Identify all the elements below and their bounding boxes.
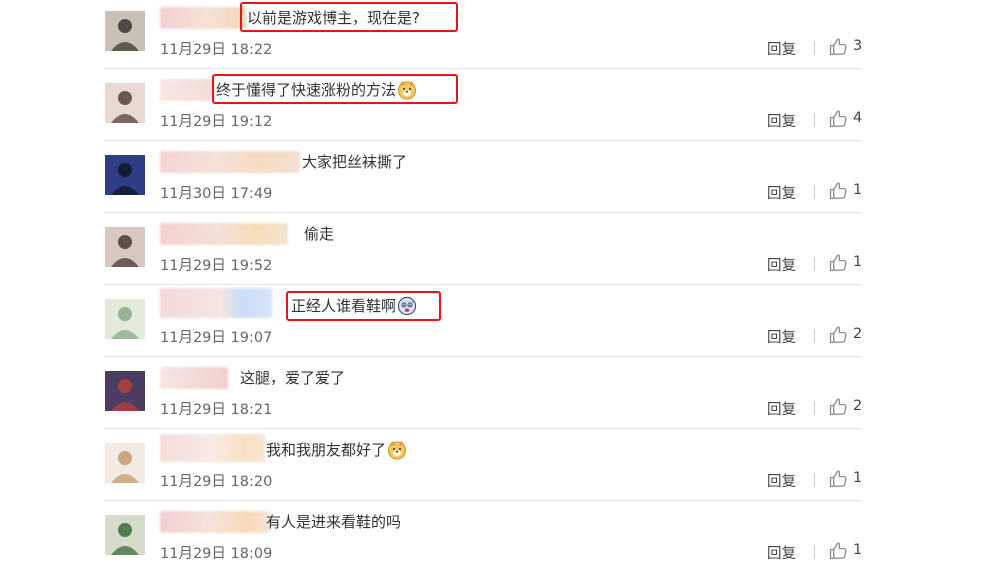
divider	[814, 185, 815, 199]
comment-time: 11月29日 18:20	[160, 474, 273, 490]
divider	[814, 473, 815, 487]
doge-emoji	[397, 80, 417, 100]
comment-text: 这腿，爱了爱了	[240, 368, 345, 388]
doge-emoji	[387, 440, 407, 460]
avatar[interactable]	[105, 443, 145, 483]
like-count: 2	[853, 398, 863, 414]
thumbs-up-icon[interactable]	[828, 325, 848, 345]
thumbs-up-icon[interactable]	[828, 541, 848, 561]
comment-item: 这腿，爱了爱了 11月29日 18:21 回复 2	[0, 360, 1000, 432]
username-blurred[interactable]	[160, 288, 272, 318]
comment-text: 有人是进来看鞋的吗	[266, 512, 401, 532]
username-blurred[interactable]	[160, 79, 215, 101]
reply-button[interactable]: 回复	[767, 542, 796, 563]
thumbs-up-icon[interactable]	[828, 37, 848, 57]
comment-time: 11月29日 18:09	[160, 546, 273, 562]
comment-text-content: 有人是进来看鞋的吗	[266, 513, 402, 531]
avatar[interactable]	[105, 515, 145, 555]
comment-text-content: 终于懂得了快速涨粉的方法	[216, 81, 397, 99]
comment-text: 正经人谁看鞋啊	[291, 296, 417, 316]
divider	[814, 329, 815, 343]
reply-button[interactable]: 回复	[767, 326, 796, 347]
like-count: 1	[853, 182, 863, 198]
comment-time: 11月29日 19:07	[160, 330, 273, 346]
divider	[814, 41, 815, 55]
comment-time: 11月30日 17:49	[160, 186, 273, 202]
avatar[interactable]	[105, 155, 145, 195]
like-count: 4	[853, 110, 863, 126]
username-blurred[interactable]	[160, 511, 270, 533]
comment-text: 终于懂得了快速涨粉的方法	[216, 80, 417, 100]
thumbs-up-icon[interactable]	[828, 469, 848, 489]
like-count: 3	[853, 38, 863, 54]
separator	[104, 284, 862, 285]
thumbs-up-icon[interactable]	[828, 181, 848, 201]
comment-text-content: 我和我朋友都好了	[266, 441, 387, 459]
comment-text: 以前是游戏博主，现在是?	[247, 8, 420, 28]
divider	[814, 113, 815, 127]
comment-text: 我和我朋友都好了	[266, 440, 407, 460]
reply-button[interactable]: 回复	[767, 110, 796, 131]
username-blurred[interactable]	[160, 7, 246, 29]
thumbs-up-icon[interactable]	[828, 253, 848, 273]
like-count: 1	[853, 542, 863, 558]
username-blurred[interactable]	[160, 434, 265, 462]
reply-button[interactable]: 回复	[767, 470, 796, 491]
comment-item: 偷走 11月29日 19:52 回复 1	[0, 216, 1000, 288]
username-blurred[interactable]	[160, 367, 228, 389]
username-blurred[interactable]	[160, 151, 300, 173]
comment-text-content: 正经人谁看鞋啊	[291, 297, 397, 315]
comment-time: 11月29日 18:22	[160, 42, 273, 58]
avatar[interactable]	[105, 299, 145, 339]
comment-text-content: 大家把丝袜撕了	[302, 153, 408, 171]
comment-item: 有人是进来看鞋的吗 11月29日 18:09 回复 1	[0, 504, 1000, 576]
username-blurred[interactable]	[160, 223, 288, 245]
avatar[interactable]	[105, 371, 145, 411]
like-count: 2	[853, 326, 863, 342]
comment-item: 大家把丝袜撕了 11月30日 17:49 回复 1	[0, 144, 1000, 216]
avatar[interactable]	[105, 11, 145, 51]
avatar[interactable]	[105, 83, 145, 123]
separator	[104, 428, 862, 429]
reply-button[interactable]: 回复	[767, 398, 796, 419]
reply-button[interactable]: 回复	[767, 38, 796, 59]
thumbs-up-icon[interactable]	[828, 397, 848, 417]
comment-text-content: 偷走	[304, 225, 335, 243]
reply-button[interactable]: 回复	[767, 254, 796, 275]
comment-time: 11月29日 19:52	[160, 258, 273, 274]
divider	[814, 545, 815, 559]
comment-time: 11月29日 19:12	[160, 114, 273, 130]
sweat-emoji	[397, 296, 417, 316]
divider	[814, 257, 815, 271]
separator	[104, 140, 862, 141]
comment-item: 以前是游戏博主，现在是? 11月29日 18:22 回复 3	[0, 0, 1000, 72]
separator	[104, 356, 862, 357]
like-count: 1	[853, 254, 863, 270]
thumbs-up-icon[interactable]	[828, 109, 848, 129]
comment-item: 我和我朋友都好了 11月29日 18:20 回复 1	[0, 432, 1000, 504]
avatar[interactable]	[105, 227, 145, 267]
comment-text: 大家把丝袜撕了	[302, 152, 407, 172]
separator	[104, 68, 862, 69]
comment-list: 以前是游戏博主，现在是? 11月29日 18:22 回复 3 终于懂得了快速涨粉…	[0, 0, 1000, 563]
like-count: 1	[853, 470, 863, 486]
comment-time: 11月29日 18:21	[160, 402, 273, 418]
comment-item: 正经人谁看鞋啊 11月29日 19:07 回复 2	[0, 288, 1000, 360]
comment-text-content: 这腿，爱了爱了	[240, 369, 346, 387]
reply-button[interactable]: 回复	[767, 182, 796, 203]
comment-text: 偷走	[304, 224, 334, 244]
comment-item: 终于懂得了快速涨粉的方法 11月29日 19:12 回复 4	[0, 72, 1000, 144]
separator	[104, 500, 862, 501]
divider	[814, 401, 815, 415]
comment-text-content: 以前是游戏博主，现在是?	[247, 9, 420, 27]
separator	[104, 212, 862, 213]
